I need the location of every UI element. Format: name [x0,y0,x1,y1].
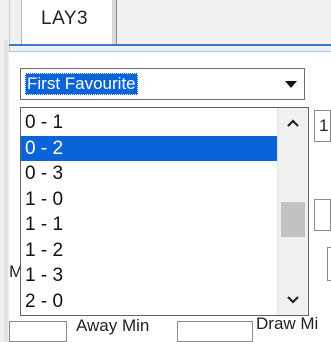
draw-min-label: Draw Mi [256,314,319,333]
list-item-1-1[interactable]: 1 - 1 [21,212,278,238]
score-options: 0 - 1 0 - 2 0 - 3 1 - 0 1 - 1 1 - 2 1 - … [21,110,278,314]
list-item-2-0[interactable]: 2 - 0 [21,289,278,315]
list-item-1-0[interactable]: 1 - 0 [21,187,278,213]
favourite-select[interactable]: First Favourite [20,68,305,100]
favourite-select-value: First Favourite [25,73,138,95]
chevron-up-icon [287,119,299,127]
list-item-0-3[interactable]: 0 - 3 [21,161,278,187]
list-item-1-2[interactable]: 1 - 2 [21,238,278,264]
away-min-input[interactable] [9,321,67,342]
dropdown-scrollbar[interactable] [277,108,308,315]
chevron-down-icon [287,296,299,304]
scroll-thumb[interactable] [281,202,305,237]
away-min-label: Away Min [76,316,150,335]
list-item-1-3[interactable]: 1 - 3 [21,263,278,289]
right-checkbox-edge[interactable] [327,247,331,281]
scroll-down-button[interactable] [278,287,308,313]
tab-divider [112,0,117,44]
tab-lay3[interactable]: LAY3 [21,0,115,44]
list-item-0-1[interactable]: 0 - 1 [21,110,278,136]
tab-strip-underline [9,44,331,46]
dropdown-button[interactable] [278,70,303,98]
chevron-down-icon [285,80,297,88]
form-top-border [9,51,331,52]
score-dropdown-list[interactable]: 0 - 1 0 - 2 0 - 3 1 - 0 1 - 1 1 - 2 1 - … [20,107,309,316]
list-item-0-2[interactable]: 0 - 2 [21,135,278,161]
right-field-lower[interactable] [314,199,331,231]
tab-label: LAY3 [41,8,89,29]
right-field[interactable]: 1 [314,110,331,142]
right-field-value: 1 [319,116,329,135]
draw-min-input[interactable] [177,321,253,342]
scroll-up-button[interactable] [278,110,308,136]
